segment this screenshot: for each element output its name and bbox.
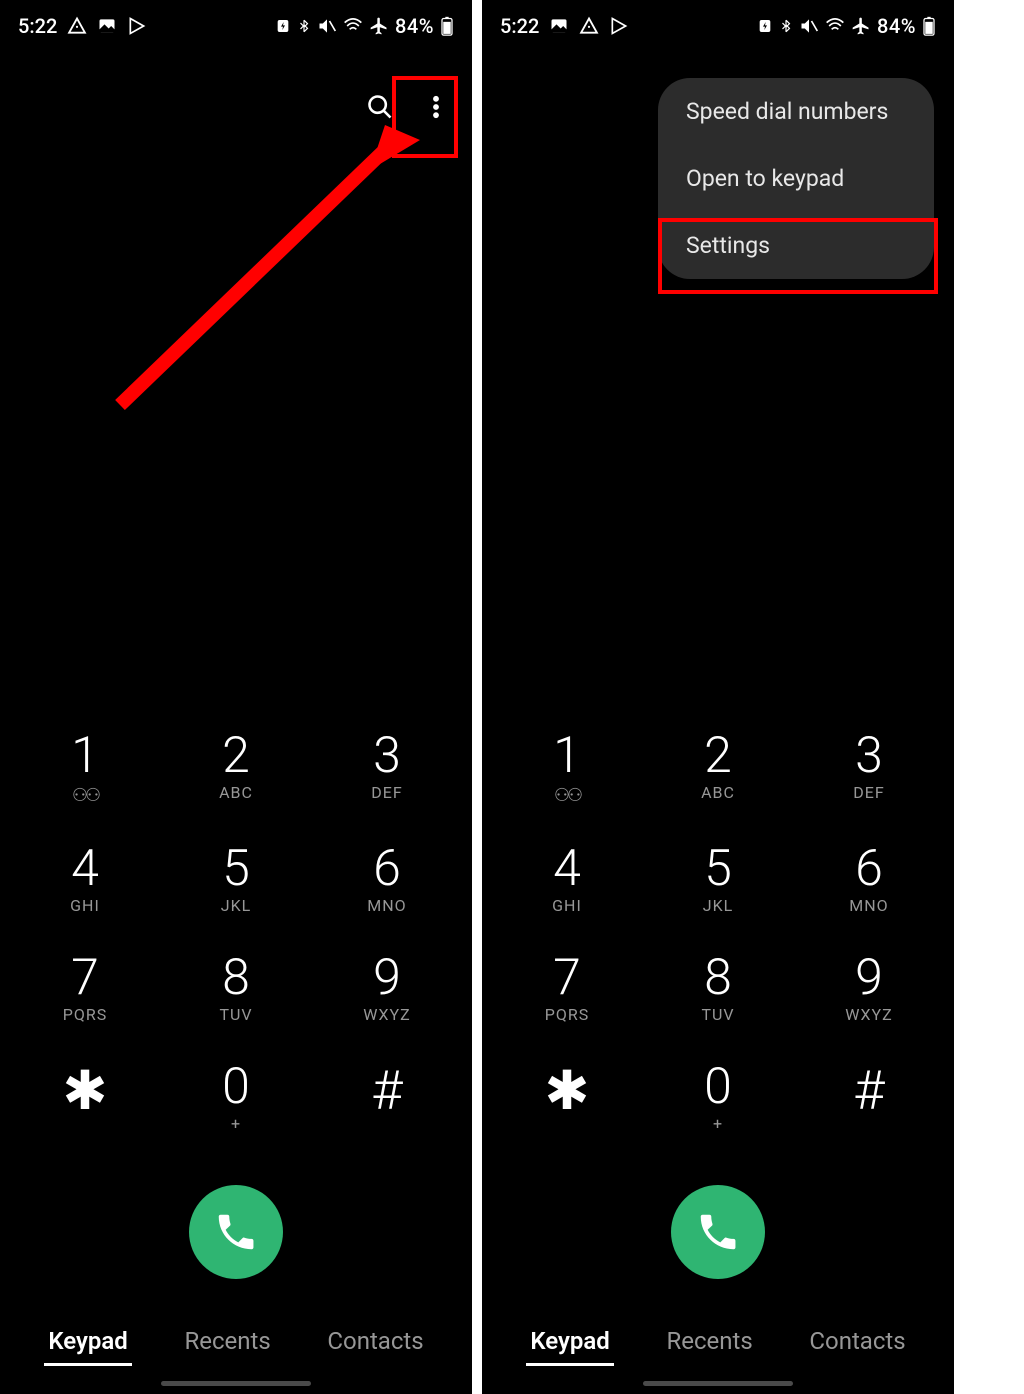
image-icon bbox=[97, 16, 117, 36]
keypad-9[interactable]: 9WXYZ bbox=[332, 953, 442, 1024]
status-left: 5:22 bbox=[500, 14, 629, 38]
keypad-8[interactable]: 8TUV bbox=[663, 953, 773, 1024]
tab-keypad[interactable]: Keypad bbox=[526, 1319, 614, 1366]
phone-icon bbox=[695, 1209, 741, 1255]
phone-screen-left: 5:22 bbox=[0, 0, 472, 1394]
keypad-1[interactable]: 1⚇⚇ bbox=[30, 731, 140, 806]
status-time: 5:22 bbox=[18, 14, 57, 38]
bluetooth-icon bbox=[297, 16, 311, 36]
keypad-hash[interactable]: # bbox=[814, 1062, 924, 1133]
battery-icon bbox=[440, 16, 454, 36]
mute-icon bbox=[799, 16, 819, 36]
keypad-5[interactable]: 5JKL bbox=[181, 844, 291, 915]
airplane-icon bbox=[369, 16, 389, 36]
keypad-star[interactable]: ✱ bbox=[512, 1062, 622, 1133]
call-button[interactable] bbox=[189, 1185, 283, 1279]
screenshot-divider bbox=[476, 0, 478, 1394]
keypad-7[interactable]: 7PQRS bbox=[30, 953, 140, 1024]
keypad-6[interactable]: 6MNO bbox=[332, 844, 442, 915]
play-store-icon bbox=[127, 16, 147, 36]
keypad-0[interactable]: 0+ bbox=[663, 1062, 773, 1133]
tab-contacts[interactable]: Contacts bbox=[805, 1319, 909, 1366]
triangle-warning-icon bbox=[579, 16, 599, 36]
home-indicator[interactable] bbox=[161, 1381, 311, 1386]
status-right: 84% bbox=[757, 14, 936, 38]
status-time: 5:22 bbox=[500, 14, 539, 38]
mute-icon bbox=[317, 16, 337, 36]
search-icon bbox=[366, 93, 394, 121]
voicemail-icon: ⚇⚇ bbox=[72, 785, 98, 806]
keypad-4[interactable]: 4GHI bbox=[30, 844, 140, 915]
keypad-5[interactable]: 5JKL bbox=[663, 844, 773, 915]
battery-percentage: 84% bbox=[877, 14, 916, 38]
status-bar: 5:22 bbox=[0, 0, 472, 52]
charging-icon bbox=[275, 16, 291, 36]
keypad-2[interactable]: 2ABC bbox=[663, 731, 773, 806]
airplane-icon bbox=[851, 16, 871, 36]
tab-recents[interactable]: Recents bbox=[662, 1319, 756, 1366]
battery-icon bbox=[922, 16, 936, 36]
keypad-3[interactable]: 3DEF bbox=[332, 731, 442, 806]
keypad-7[interactable]: 7PQRS bbox=[512, 953, 622, 1024]
tab-keypad[interactable]: Keypad bbox=[44, 1319, 132, 1366]
content-area-empty bbox=[0, 162, 472, 731]
tab-contacts[interactable]: Contacts bbox=[323, 1319, 427, 1366]
phone-icon bbox=[213, 1209, 259, 1255]
keypad-4[interactable]: 4GHI bbox=[512, 844, 622, 915]
keypad-star[interactable]: ✱ bbox=[30, 1062, 140, 1133]
bluetooth-icon bbox=[779, 16, 793, 36]
wifi-icon bbox=[343, 16, 363, 36]
battery-percentage: 84% bbox=[395, 14, 434, 38]
search-button[interactable] bbox=[354, 81, 406, 133]
call-button[interactable] bbox=[671, 1185, 765, 1279]
keypad-hash[interactable]: # bbox=[332, 1062, 442, 1133]
wifi-icon bbox=[825, 16, 845, 36]
status-bar: 5:22 bbox=[482, 0, 954, 52]
status-right: 84% bbox=[275, 14, 454, 38]
keypad-1[interactable]: 1⚇⚇ bbox=[512, 731, 622, 806]
overflow-menu: Speed dial numbers Open to keypad Settin… bbox=[658, 78, 934, 279]
keypad-2[interactable]: 2ABC bbox=[181, 731, 291, 806]
keypad-6[interactable]: 6MNO bbox=[814, 844, 924, 915]
keypad-8[interactable]: 8TUV bbox=[181, 953, 291, 1024]
voicemail-icon: ⚇⚇ bbox=[554, 785, 580, 806]
home-indicator[interactable] bbox=[643, 1381, 793, 1386]
play-store-icon bbox=[609, 16, 629, 36]
more-options-button[interactable] bbox=[410, 81, 462, 133]
dial-keypad: 1⚇⚇ 2ABC 3DEF 4GHI 5JKL 6MNO 7PQRS 8TUV … bbox=[0, 731, 472, 1171]
dial-keypad: 1⚇⚇ 2ABC 3DEF 4GHI 5JKL 6MNO 7PQRS 8TUV … bbox=[482, 731, 954, 1171]
kebab-menu-icon bbox=[422, 93, 450, 121]
keypad-3[interactable]: 3DEF bbox=[814, 731, 924, 806]
phone-screen-right: 5:22 bbox=[482, 0, 954, 1394]
image-icon bbox=[549, 16, 569, 36]
keypad-0[interactable]: 0+ bbox=[181, 1062, 291, 1133]
status-left: 5:22 bbox=[18, 14, 147, 38]
toolbar bbox=[0, 52, 472, 162]
menu-settings[interactable]: Settings bbox=[658, 212, 934, 279]
charging-icon bbox=[757, 16, 773, 36]
triangle-warning-icon bbox=[67, 16, 87, 36]
menu-open-keypad[interactable]: Open to keypad bbox=[658, 145, 934, 212]
menu-speed-dial[interactable]: Speed dial numbers bbox=[658, 78, 934, 145]
keypad-9[interactable]: 9WXYZ bbox=[814, 953, 924, 1024]
tab-recents[interactable]: Recents bbox=[180, 1319, 274, 1366]
